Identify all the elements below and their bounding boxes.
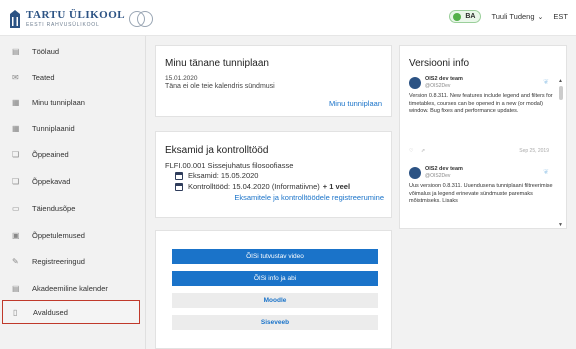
moodle-button[interactable]: Moodle bbox=[172, 293, 378, 308]
tweet-text: Version 0.8.311. New features include le… bbox=[409, 93, 553, 115]
tweet[interactable]: OIS2 dev team @OIS2Dev ❦ Version 0.8.311… bbox=[409, 76, 557, 115]
scrollbar-thumb[interactable] bbox=[559, 86, 563, 100]
rings-emblem-icon bbox=[129, 9, 155, 29]
sidebar-item-label: Tunniplaanid bbox=[32, 123, 75, 133]
card-title: Minu tänane tunniplaan bbox=[165, 58, 269, 69]
chevron-down-icon[interactable]: ⌄ bbox=[538, 13, 544, 21]
calendar-grid-icon: ▦ bbox=[12, 97, 20, 107]
book-icon: ❏ bbox=[12, 176, 20, 186]
exam-date: Eksamid: 15.05.2020 bbox=[188, 171, 259, 180]
sidebar-item-label: Õppekavad bbox=[32, 176, 71, 186]
sidebar-item-academic-calendar[interactable]: ▤ Akadeemiline kalender bbox=[0, 276, 142, 300]
more-count[interactable]: + 1 veel bbox=[323, 182, 350, 191]
top-bar: TARTU ÜLIKOOL EESTI RAHVUSÜLIKOOL BA Tuu… bbox=[0, 0, 576, 36]
sidebar-item-label: Töölaud bbox=[32, 46, 60, 56]
mail-icon: ✉ bbox=[12, 72, 19, 82]
course-name: FLFI.00.001 Sissejuhatus filosoofiasse bbox=[165, 161, 294, 170]
sidebar-item-label: Minu tunniplaan bbox=[32, 97, 85, 107]
document-icon: ▯ bbox=[13, 307, 18, 317]
tweet[interactable]: OIS2 dev team @OIS2Dev ❦ Uus versioon 0.… bbox=[409, 166, 557, 205]
twitter-bird-icon: ❦ bbox=[543, 169, 549, 176]
tweet-handle: @OIS2Dev bbox=[425, 83, 451, 90]
dashboard-icon: ▤ bbox=[12, 46, 20, 56]
sidebar-item-applications[interactable]: ▯ Avaldused bbox=[2, 300, 140, 324]
status-dot-icon bbox=[453, 12, 462, 21]
sidebar: ▤ Töölaud ✉ Teated ▦ Minu tunniplaan ▦ T… bbox=[0, 36, 146, 349]
sidebar-item-label: Täiendusõpe bbox=[32, 203, 76, 213]
intro-video-button[interactable]: ÕISi tutvustav video bbox=[172, 249, 378, 264]
avatar bbox=[409, 167, 421, 180]
tweet-date: Sep 25, 2019 bbox=[519, 148, 549, 154]
calendar-icon: ▤ bbox=[12, 283, 20, 293]
certificate-icon: ▣ bbox=[12, 230, 20, 240]
language-switch[interactable]: EST bbox=[553, 12, 568, 21]
exams-card: Eksamid ja kontrolltööd FLFI.00.001 Siss… bbox=[155, 131, 392, 218]
calendar-grid-icon: ▦ bbox=[12, 123, 20, 133]
sidebar-item-my-timetable[interactable]: ▦ Minu tunniplaan bbox=[0, 90, 142, 114]
quick-links-card: ÕISi tutvustav video ÕISi info ja abi Mo… bbox=[155, 230, 392, 349]
schedule-empty-note: Täna ei ole teie kalendris sündmusi bbox=[165, 83, 275, 90]
card-title: Eksamid ja kontrolltööd bbox=[165, 145, 269, 156]
book-icon: ❏ bbox=[12, 149, 20, 159]
sidebar-item-continuing-education[interactable]: ▭ Täiendusõpe bbox=[0, 196, 142, 220]
my-timetable-link[interactable]: Minu tunniplaan bbox=[329, 99, 382, 108]
test-date: Kontrolltööd: 15.04.2020 (Informatiivne) bbox=[188, 182, 320, 191]
sidebar-item-timetables[interactable]: ▦ Tunniplaanid bbox=[0, 116, 142, 140]
tweet-handle: @OIS2Dev bbox=[425, 173, 451, 180]
calendar-icon bbox=[175, 182, 183, 191]
tweet-author: OIS2 dev team bbox=[425, 166, 463, 172]
avatar bbox=[409, 77, 421, 90]
folder-icon: ▭ bbox=[12, 203, 20, 213]
logo-title: TARTU ÜLIKOOL bbox=[26, 9, 126, 21]
sidebar-item-registrations[interactable]: ✎ Registreeringud bbox=[0, 249, 142, 273]
tweet-author: OIS2 dev team bbox=[425, 76, 463, 82]
sidebar-item-label: Akadeemiline kalender bbox=[32, 283, 108, 293]
schedule-date: 15.01.2020 bbox=[165, 75, 198, 82]
tweets-scrollbar[interactable]: ▲ ▼ bbox=[558, 78, 563, 228]
siseveeb-button[interactable]: Siseveeb bbox=[172, 315, 378, 330]
sidebar-item-courses[interactable]: ❏ Õppeained bbox=[0, 142, 142, 166]
test-row: Kontrolltööd: 15.04.2020 (Informatiivne)… bbox=[175, 182, 350, 191]
user-area: BA Tuuli Tudeng ⌄ EST bbox=[449, 10, 568, 23]
sidebar-item-label: Õppetulemused bbox=[32, 230, 85, 240]
twitter-bird-icon: ❦ bbox=[543, 79, 549, 86]
version-info-card: Versiooni info OIS2 dev team @OIS2Dev ❦ … bbox=[399, 45, 567, 229]
exam-row: Eksamid: 15.05.2020 bbox=[175, 171, 258, 180]
info-help-button[interactable]: ÕISi info ja abi bbox=[172, 271, 378, 286]
tweet-actions-icon[interactable]: ♡ ⇗ bbox=[409, 148, 428, 154]
calendar-icon bbox=[175, 171, 183, 180]
sidebar-item-label: Avaldused bbox=[33, 307, 68, 317]
tweet-text: Uus versioon 0.8.311. Uuendusena tunnipl… bbox=[409, 183, 553, 205]
logo-subtitle: EESTI RAHVUSÜLIKOOL bbox=[26, 22, 100, 28]
card-title: Versiooni info bbox=[409, 58, 470, 69]
sidebar-item-label: Registreeringud bbox=[32, 256, 85, 266]
exam-registration-link[interactable]: Eksamitele ja kontrolltöödele registreer… bbox=[234, 193, 384, 202]
register-icon: ✎ bbox=[12, 256, 19, 266]
scroll-up-icon[interactable]: ▲ bbox=[558, 78, 563, 84]
todays-schedule-card: Minu tänane tunniplaan 15.01.2020 Täna e… bbox=[155, 45, 392, 117]
scroll-down-icon[interactable]: ▼ bbox=[558, 222, 563, 228]
role-badge[interactable]: BA bbox=[449, 10, 482, 23]
sidebar-item-label: Õppeained bbox=[32, 149, 69, 159]
sidebar-item-curricula[interactable]: ❏ Õppekavad bbox=[0, 169, 142, 193]
sidebar-item-label: Teated bbox=[32, 72, 55, 82]
sidebar-item-messages[interactable]: ✉ Teated bbox=[0, 65, 142, 89]
sidebar-item-learning-outcomes[interactable]: ▣ Õppetulemused bbox=[0, 223, 142, 247]
sidebar-item-dashboard[interactable]: ▤ Töölaud bbox=[0, 39, 142, 63]
university-logo[interactable]: TARTU ÜLIKOOL EESTI RAHVUSÜLIKOOL bbox=[10, 7, 155, 31]
role-badge-label: BA bbox=[465, 13, 476, 20]
tweet-footer: ♡ ⇗ Sep 25, 2019 bbox=[409, 148, 549, 154]
user-menu[interactable]: Tuuli Tudeng bbox=[491, 12, 534, 21]
building-icon bbox=[10, 10, 20, 28]
